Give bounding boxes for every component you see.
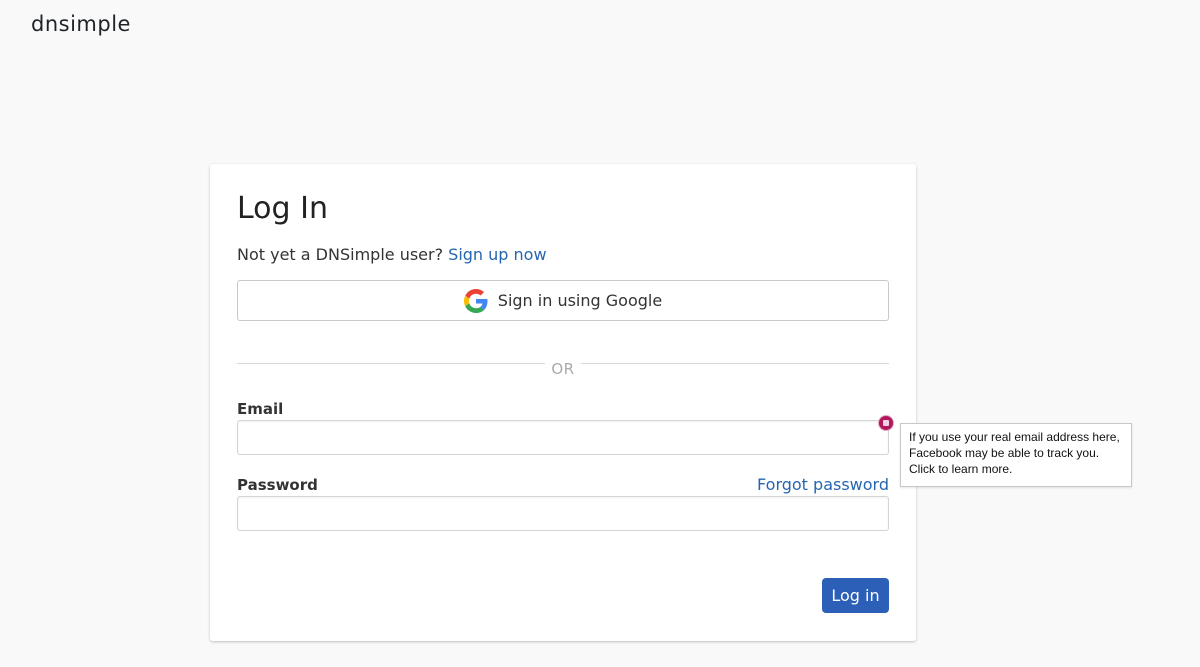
- dnsimple-logo[interactable]: dnsimple: [31, 12, 131, 36]
- email-field[interactable]: [237, 420, 889, 455]
- page-title: Log In: [237, 191, 328, 226]
- google-signin-button[interactable]: Sign in using Google: [237, 280, 889, 321]
- relay-badge-icon[interactable]: [879, 416, 893, 430]
- or-divider: OR: [237, 360, 889, 380]
- tooltip-line: If you use your real email address here,: [909, 430, 1120, 444]
- divider-line-right: [581, 363, 889, 364]
- tooltip-line: Click to learn more.: [909, 462, 1013, 476]
- tooltip-line: Facebook may be able to track you.: [909, 446, 1100, 460]
- login-button[interactable]: Log in: [822, 578, 889, 613]
- password-field[interactable]: [237, 496, 889, 531]
- email-tracking-tooltip[interactable]: If you use your real email address here,…: [900, 423, 1132, 487]
- signup-prompt-text: Not yet a DNSimple user?: [237, 245, 444, 264]
- password-label: Password: [237, 476, 318, 494]
- login-card: Log In Not yet a DNSimple user? Sign up …: [210, 164, 916, 641]
- email-label: Email: [237, 400, 284, 418]
- signup-link[interactable]: Sign up now: [448, 245, 546, 264]
- google-icon: [463, 288, 488, 313]
- forgot-password-link[interactable]: Forgot password: [757, 475, 889, 494]
- google-signin-label: Sign in using Google: [497, 291, 663, 310]
- signup-prompt-row: Not yet a DNSimple user? Sign up now: [237, 245, 547, 265]
